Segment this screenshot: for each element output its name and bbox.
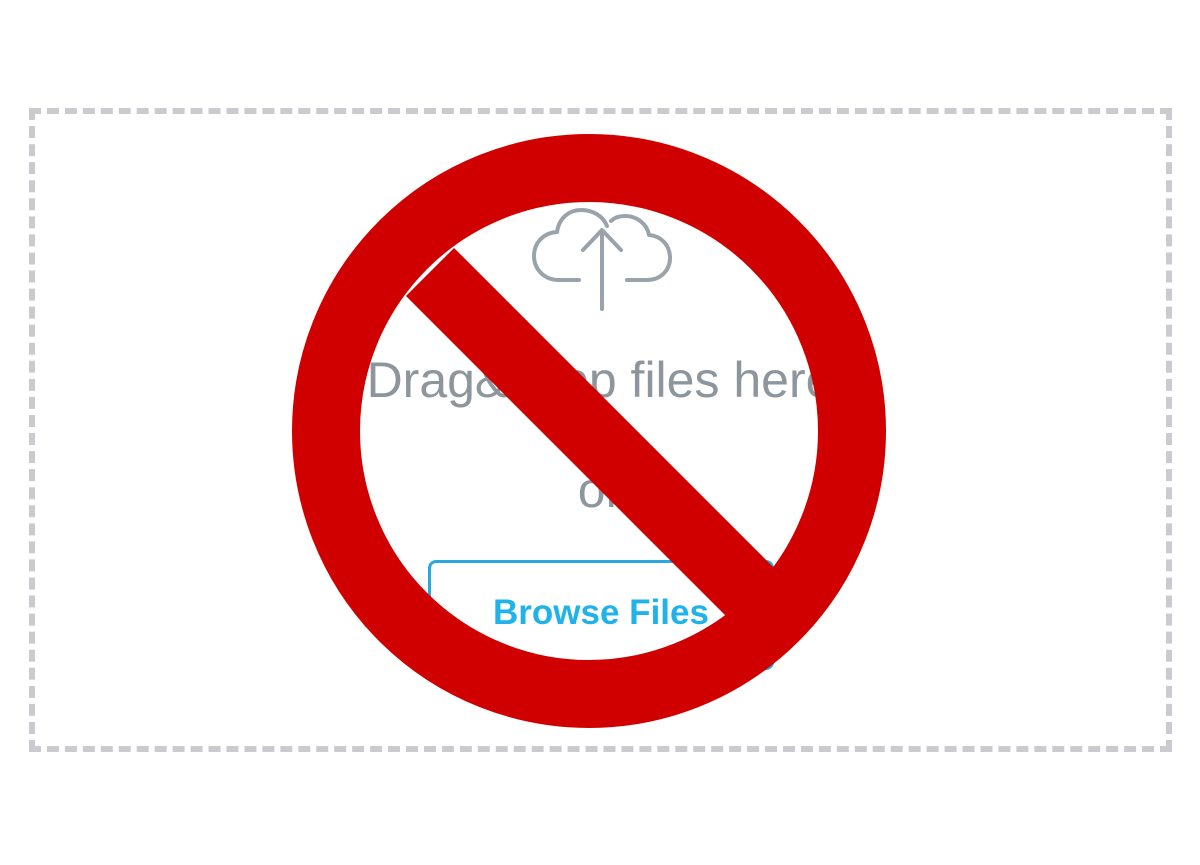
cloud-upload-icon [532, 208, 672, 311]
or-separator-text: or [577, 462, 623, 518]
browse-files-button[interactable]: Browse Files [428, 560, 774, 670]
drop-instruction-text: Drag&Drop files here [366, 352, 834, 408]
